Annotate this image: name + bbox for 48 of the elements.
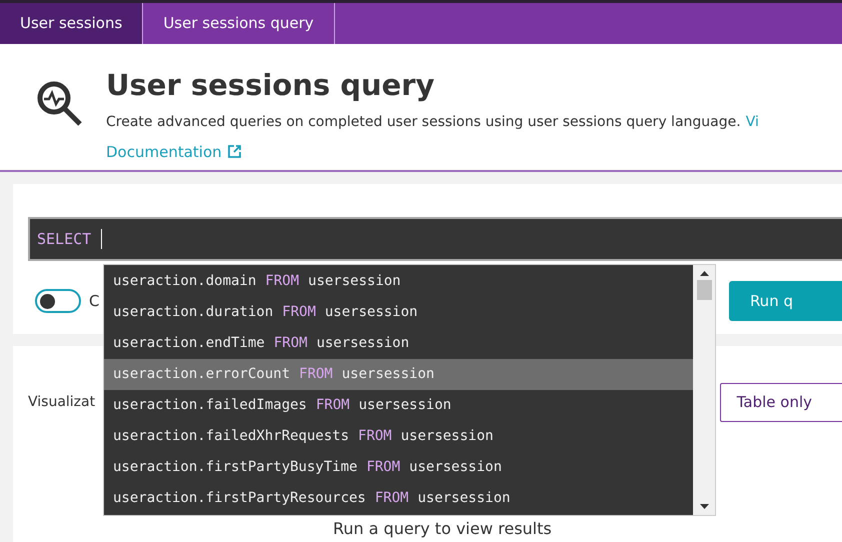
suggestion-keyword: FROM (366, 458, 400, 477)
suggestion-table: usersession (358, 395, 452, 416)
suggestion-item[interactable]: useraction.failedXhrRequests FROM usersession (104, 421, 693, 452)
suggestion-table: usersession (308, 271, 401, 292)
scroll-down-icon[interactable] (700, 504, 708, 509)
suggestion-keyword: FROM (299, 365, 333, 384)
suggestion-item[interactable]: useraction.firstPartyBusyTime FROM usersession (104, 452, 693, 483)
page-description: Create advanced queries on completed user sessions using user sessions query language. (106, 112, 741, 132)
visualization-label: Visualizat (28, 392, 96, 412)
breadcrumb[interactable]: User sessions (0, 3, 144, 44)
suggestion-table: usersession (418, 488, 510, 509)
suggestion-field: useraction.endTime (113, 333, 265, 354)
suggestion-keyword: FROM (316, 396, 350, 415)
suggestion-field: useraction.firstPartyBusyTime (113, 457, 358, 478)
suggestion-keyword: FROM (358, 427, 392, 446)
suggestion-table: usersession (324, 302, 418, 323)
toggle-label: C (89, 290, 100, 312)
table-only-button[interactable]: Table only (720, 382, 842, 422)
suggestion-item[interactable]: useraction.errorCount FROM usersession (104, 359, 693, 390)
suggestion-keyword: FROM (274, 334, 308, 353)
external-link-icon (228, 145, 241, 158)
suggestion-item[interactable]: useraction.failedImages FROM usersession (104, 390, 693, 421)
scroll-up-icon[interactable] (700, 271, 708, 276)
suggestion-field: useraction.firstPartyResources (113, 488, 366, 509)
suggestion-field: useraction.failedXhrRequests (113, 426, 350, 447)
suggestion-keyword: FROM (374, 489, 409, 508)
suggestion-keyword: FROM (282, 303, 316, 322)
scroll-thumb[interactable] (696, 280, 712, 300)
suggestion-item[interactable]: useraction.domain FROM usersession (104, 266, 693, 297)
query-editor[interactable]: SELECT (28, 217, 842, 261)
suggestion-field: useraction.duration (113, 302, 274, 323)
suggestion-item[interactable]: useraction.firstPartyResources FROM usersession (104, 483, 693, 514)
suggestion-keyword: FROM (265, 272, 300, 291)
suggestion-table: usersession (316, 333, 410, 354)
suggestion-item[interactable]: useraction.endTime FROM usersession (104, 328, 693, 359)
query-keyword: SELECT (37, 228, 92, 250)
toggle-switch[interactable] (35, 289, 81, 313)
suggestion-field: useraction.domain (113, 271, 256, 292)
suggestion-table: usersession (400, 426, 494, 447)
suggestion-table: usersession (342, 364, 434, 385)
suggestion-item[interactable]: useraction.duration FROM usersession (104, 297, 693, 328)
suggestion-field: useraction.errorCount (113, 364, 290, 385)
page-title: User sessions query (106, 67, 436, 104)
text-cursor (101, 229, 102, 249)
suggestion-table: usersession (409, 457, 502, 478)
suggestion-field: useraction.failedImages (113, 395, 307, 416)
results-message: Run a query to view results (333, 519, 552, 538)
scrollbar[interactable] (693, 265, 715, 515)
